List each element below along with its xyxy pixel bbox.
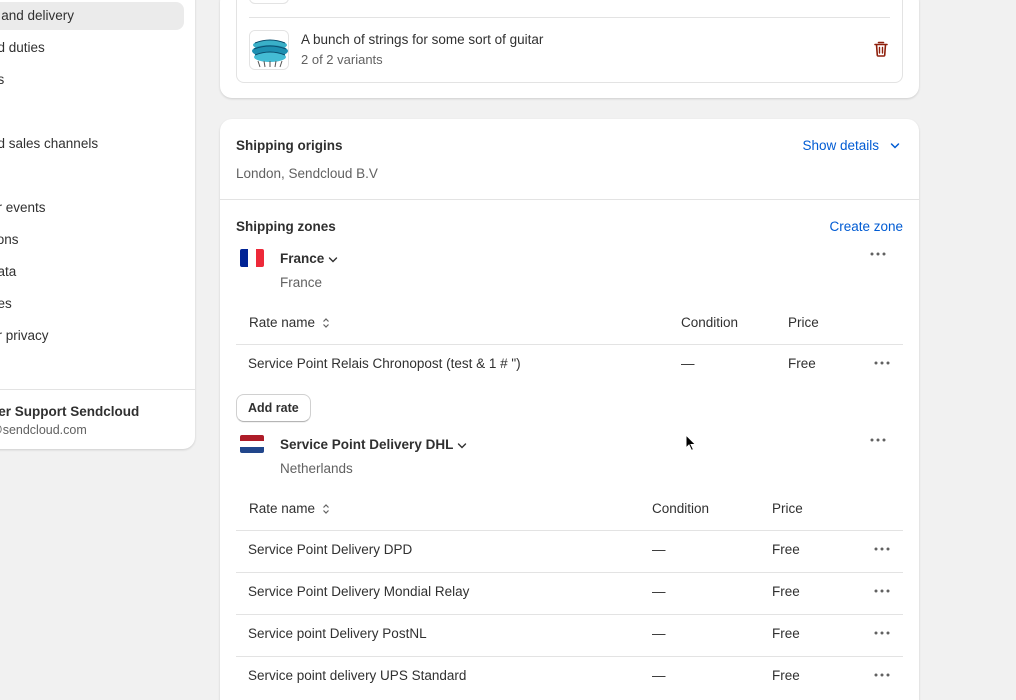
condition-header: Condition xyxy=(681,315,739,330)
rate-name: Service point Delivery PostNL xyxy=(248,626,427,641)
condition-header: Condition xyxy=(652,501,710,516)
more-actions-icon[interactable] xyxy=(874,589,890,593)
rate-name: Service Point Delivery DPD xyxy=(248,542,413,557)
price-header: Price xyxy=(772,501,803,516)
netherlands-flag-icon xyxy=(240,435,264,453)
table-row-divider xyxy=(236,572,903,573)
product-variants: 2 of 2 variants xyxy=(301,52,383,67)
table-header-divider xyxy=(236,530,903,531)
rate-price: Free xyxy=(772,668,800,683)
table-header-divider xyxy=(236,344,903,345)
sort-icon xyxy=(322,504,329,515)
more-actions-icon[interactable] xyxy=(870,438,886,442)
more-actions-icon[interactable] xyxy=(874,547,890,551)
shipping-origins-title: Shipping origins xyxy=(236,138,343,153)
sidebar-item-label: nd sales channels xyxy=(0,136,99,151)
sidebar-divider xyxy=(0,389,195,390)
shipping-origin-address: London, Sendcloud B.V xyxy=(236,166,378,181)
product-list: A bunch of strings for some sort of guit… xyxy=(236,0,903,83)
sidebar-item-languages[interactable]: ges xyxy=(0,290,12,318)
sidebar-item-label: data xyxy=(0,264,17,279)
rate-price: Free xyxy=(772,626,800,641)
zone-name-france[interactable]: France xyxy=(280,251,338,266)
france-flag-icon xyxy=(240,249,264,267)
product-thumbnail xyxy=(249,30,289,70)
product-title[interactable]: A bunch of strings for some sort of guit… xyxy=(301,32,543,47)
sidebar-item-taxes-and-duties[interactable]: nd duties xyxy=(0,34,45,62)
table-row-divider xyxy=(236,614,903,615)
rate-name-header-label: Rate name xyxy=(249,501,316,516)
sort-icon xyxy=(322,318,329,329)
rate-name: Service Point Relais Chronopost (test & … xyxy=(248,356,521,371)
sidebar-item-shipping-and-delivery[interactable]: g and delivery xyxy=(0,2,184,30)
rate-condition: — xyxy=(652,542,666,557)
rate-price: Free xyxy=(788,356,816,371)
rate-name: Service Point Delivery Mondial Relay xyxy=(248,584,470,599)
show-details-link[interactable]: Show details xyxy=(802,138,879,153)
zone-country-netherlands: Netherlands xyxy=(280,461,353,476)
more-actions-icon[interactable] xyxy=(874,673,890,677)
rate-price: Free xyxy=(772,584,800,599)
rate-condition: — xyxy=(681,356,695,371)
products-card: A bunch of strings for some sort of guit… xyxy=(220,0,919,98)
mouse-cursor-icon xyxy=(685,434,697,452)
sidebar-item-label: er privacy xyxy=(0,328,49,343)
table-row-divider xyxy=(236,656,903,657)
zone-country-france: France xyxy=(280,275,323,290)
rate-name-header-label: Rate name xyxy=(249,315,316,330)
rate-name: Service point delivery UPS Standard xyxy=(248,668,467,683)
store-owner-name: her Support Sendcloud xyxy=(0,404,140,419)
product-stub xyxy=(249,0,289,4)
add-rate-button[interactable]: Add rate xyxy=(236,394,311,422)
store-owner-email: @sendcloud.com xyxy=(0,423,87,437)
sidebar-item-label: ges xyxy=(0,296,12,311)
rate-condition: — xyxy=(652,626,666,641)
product-divider xyxy=(249,17,890,18)
sidebar-item-label: tions xyxy=(0,232,19,247)
sidebar-item-custom-data[interactable]: data xyxy=(0,258,16,286)
sidebar-item-label: ns xyxy=(0,72,5,87)
shipping-profile-card: Shipping origins Show details London, Se… xyxy=(220,119,919,700)
chevron-down-icon xyxy=(458,442,467,449)
chevron-down-icon[interactable] xyxy=(890,142,900,150)
zone-name-label: France xyxy=(280,251,325,266)
sidebar-item-customer-privacy[interactable]: er privacy xyxy=(0,322,49,350)
chevron-down-icon xyxy=(329,256,338,263)
rate-price: Free xyxy=(772,542,800,557)
section-divider xyxy=(220,199,919,200)
sidebar-item-apps-and-sales-channels[interactable]: nd sales channels xyxy=(0,130,98,158)
sidebar-item-label: g and delivery xyxy=(0,8,75,23)
rate-name-header[interactable]: Rate name xyxy=(249,315,330,330)
settings-sidebar: g and delivery nd duties ns s nd sales c… xyxy=(0,0,195,449)
zone-name-netherlands[interactable]: Service Point Delivery DHL xyxy=(280,437,467,452)
sidebar-item-locations[interactable]: ns xyxy=(0,66,4,94)
rate-condition: — xyxy=(652,668,666,683)
sidebar-item-customer-events[interactable]: er events xyxy=(0,194,46,222)
price-header: Price xyxy=(788,315,819,330)
more-actions-icon[interactable] xyxy=(874,361,890,365)
zone-name-label: Service Point Delivery DHL xyxy=(280,437,454,452)
rate-name-header[interactable]: Rate name xyxy=(249,501,330,516)
more-actions-icon[interactable] xyxy=(870,252,886,256)
sidebar-item-notifications[interactable]: tions xyxy=(0,226,19,254)
shipping-zones-title: Shipping zones xyxy=(236,219,336,234)
sidebar-item-label: er events xyxy=(0,200,46,215)
guitar-strings-image xyxy=(250,31,288,69)
sidebar-item-label: nd duties xyxy=(0,40,45,55)
more-actions-icon[interactable] xyxy=(874,631,890,635)
create-zone-link[interactable]: Create zone xyxy=(829,219,903,234)
trash-icon[interactable] xyxy=(874,41,888,57)
rate-condition: — xyxy=(652,584,666,599)
